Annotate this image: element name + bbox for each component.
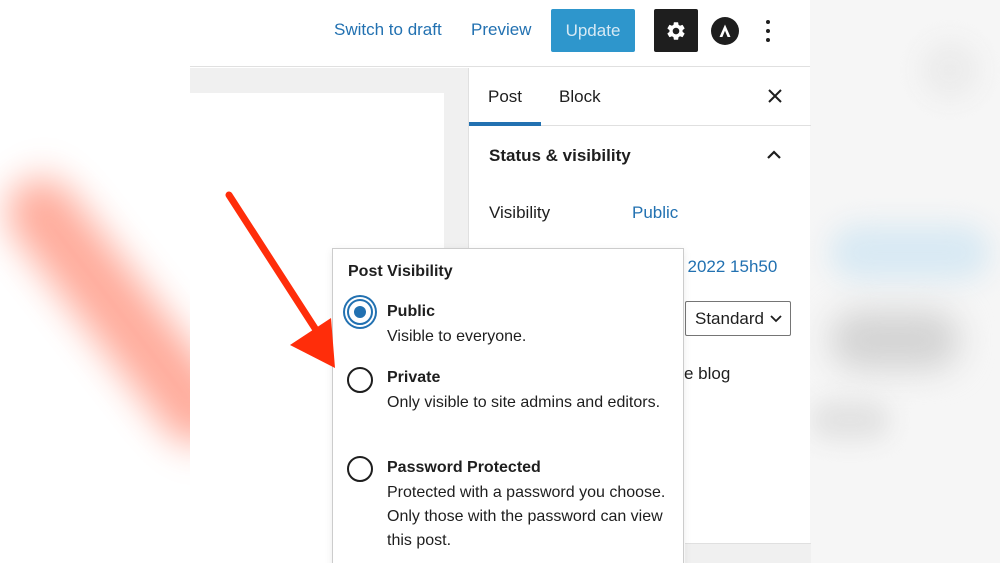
preview-button[interactable]: Preview (471, 20, 531, 40)
astra-settings-button[interactable] (711, 17, 739, 45)
more-options-button[interactable] (760, 18, 776, 44)
sidebar-divider (685, 543, 811, 563)
blurred-arrow-streak (0, 163, 190, 459)
post-visibility-popover: Post Visibility Public Visible to everyo… (332, 248, 684, 563)
option-private-label[interactable]: Private (387, 369, 440, 387)
radio-private[interactable] (347, 367, 373, 393)
popover-title: Post Visibility (348, 263, 453, 280)
template-select-value: Standard (695, 309, 764, 328)
more-vertical-icon-dot (766, 20, 770, 24)
radio-public[interactable] (347, 299, 373, 325)
more-vertical-icon-dot (766, 29, 770, 33)
settings-button[interactable] (654, 9, 698, 52)
option-public-description: Visible to everyone. (387, 328, 527, 345)
astra-logo-icon (719, 24, 731, 37)
tab-post[interactable]: Post (469, 68, 541, 126)
blurred-background-left (0, 0, 190, 563)
sidebar-tabs: Post Block (469, 68, 811, 126)
option-public-label[interactable]: Public (387, 303, 435, 321)
stick-to-blog-label: e blog (684, 364, 731, 383)
tab-block[interactable]: Block (540, 68, 620, 126)
blur-blob (920, 40, 980, 100)
blur-blob (830, 310, 960, 370)
visibility-label: Visibility (489, 203, 551, 222)
switch-to-draft-button[interactable]: Switch to draft (334, 20, 442, 40)
status-visibility-heading[interactable]: Status & visibility (489, 146, 631, 166)
template-select[interactable]: Standard (685, 301, 791, 336)
publish-date-link[interactable]: l 2022 15h50 (679, 257, 777, 277)
blur-blob (810, 400, 890, 440)
option-private-description: Only visible to site admins and editors. (387, 394, 661, 411)
blur-blob (830, 225, 990, 280)
editor-toolbar: Switch to draft Preview Update (190, 0, 810, 67)
option-password-label[interactable]: Password Protected (387, 459, 541, 477)
more-vertical-icon-dot (766, 38, 770, 42)
update-button[interactable]: Update (551, 9, 635, 52)
close-icon[interactable] (765, 86, 785, 106)
option-password-description: Protected with a password you choose. On… (387, 484, 666, 549)
visibility-toggle[interactable]: Public (632, 203, 678, 223)
chevron-up-icon[interactable] (765, 146, 783, 164)
radio-password-protected[interactable] (347, 456, 373, 482)
gear-icon (667, 21, 685, 40)
blurred-background-right (810, 0, 1000, 563)
chevron-down-icon (770, 315, 782, 323)
